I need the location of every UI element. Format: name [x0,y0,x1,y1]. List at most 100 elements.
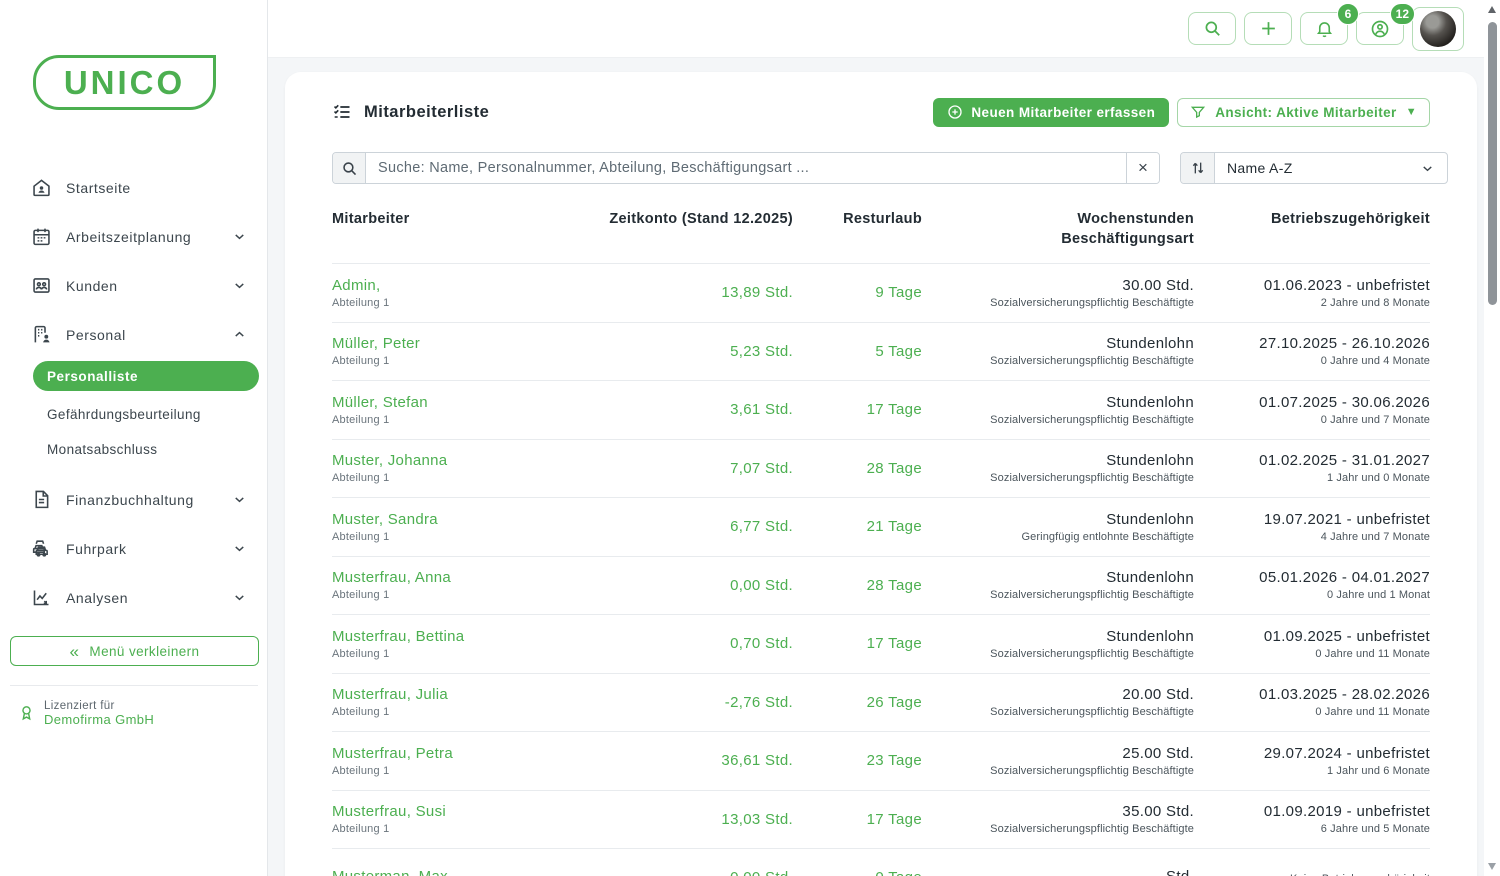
tenure-cell: 27.10.2025 - 26.10.2026 0 Jahre und 4 Mo… [1198,335,1430,367]
chevron-down-icon [1420,161,1447,176]
weekly-hours: 30.00 Std. [926,277,1194,294]
search-icon [333,153,366,183]
table-row[interactable]: Musterfrau, Anna Abteilung 1 0,00 Std. 2… [332,556,1430,615]
tenure-cell: Keine Betriebszugehörigkeit [1198,870,1430,876]
chevron-down-icon [232,590,247,605]
hours-cell: 20.00 Std. Sozialversicherungspflichtig … [926,686,1194,718]
zeitkonto-value: 6,77 Std. [588,518,793,535]
tenure-duration: 4 Jahre und 7 Monate [1198,531,1430,543]
table-row[interactable]: Musterfrau, Petra Abteilung 1 36,61 Std.… [332,731,1430,790]
employee-department: Abteilung 1 [332,531,584,543]
sidebar-item-personal[interactable]: Personal [0,310,267,359]
employment-type: Sozialversicherungspflichtig Beschäftigt… [926,706,1194,718]
employee-department: Abteilung 1 [332,472,584,484]
column-header-betriebszugehoerigkeit: Betriebszugehörigkeit [1198,210,1430,249]
sidebar-item-label: Fuhrpark [66,541,232,557]
employment-period: 01.02.2025 - 31.01.2027 [1198,452,1430,469]
view-filter-button[interactable]: Ansicht: Aktive Mitarbeiter ▼ [1177,98,1430,127]
table-row[interactable]: Müller, Peter Abteilung 1 5,23 Std. 5 Ta… [332,322,1430,381]
sidebar-divider [10,685,258,686]
resturlaub-value: 5 Tage [797,343,922,360]
employment-period: 01.07.2025 - 30.06.2026 [1198,394,1430,411]
employee-name-cell: Musterfrau, Susi Abteilung 1 [332,803,584,835]
hours-cell: 30.00 Std. Sozialversicherungspflichtig … [926,277,1194,309]
employee-name-cell: Müller, Stefan Abteilung 1 [332,394,584,426]
column-header-resturlaub: Resturlaub [797,210,922,249]
sidebar-item-fuhrpark[interactable]: Fuhrpark [0,524,267,573]
resturlaub-value: 17 Tage [797,401,922,418]
employee-name: Musterfrau, Bettina [332,628,584,645]
logo-text: UNICO [64,66,185,99]
search-input[interactable] [366,153,1126,183]
table-row[interactable]: Müller, Stefan Abteilung 1 3,61 Std. 17 … [332,380,1430,439]
sidebar-item-startseite[interactable]: Startseite [0,163,267,212]
sidebar-item-analysen[interactable]: Analysen [0,573,267,622]
table-row[interactable]: Musterfrau, Julia Abteilung 1 -2,76 Std.… [332,673,1430,732]
employee-name: Müller, Peter [332,335,584,352]
employee-name-cell: Musterfrau, Julia Abteilung 1 [332,686,584,718]
profile-button[interactable] [1412,7,1464,51]
double-chevron-left-icon: « [70,643,80,660]
weekly-hours: Std. [926,868,1194,876]
main-content: Mitarbeiterliste Neuen Mitarbeiter erfas… [268,58,1484,876]
calendar-icon [30,226,52,248]
table-row[interactable]: Musterfrau, Bettina Abteilung 1 0,70 Std… [332,614,1430,673]
tenure-duration: 0 Jahre und 11 Monate [1198,706,1430,718]
add-button[interactable] [1244,12,1292,45]
plus-icon [1259,19,1278,38]
hours-cell: Stundenlohn Sozialversicherungspflichtig… [926,569,1194,601]
card-header: Mitarbeiterliste Neuen Mitarbeiter erfas… [332,72,1430,152]
sort-arrows-icon [1181,153,1215,183]
scroll-down-arrow-icon[interactable] [1488,863,1496,870]
employment-period: 01.09.2025 - unbefristet [1198,628,1430,645]
resturlaub-value: 28 Tage [797,577,922,594]
employment-type: Sozialversicherungspflichtig Beschäftigt… [926,472,1194,484]
tenure-cell: 19.07.2021 - unbefristet 4 Jahre und 7 M… [1198,511,1430,543]
tenure-cell: 29.07.2024 - unbefristet 1 Jahr und 6 Mo… [1198,745,1430,777]
table-row[interactable]: Musterman, Max 0,00 Std. 0 Tage Std. Kei… [332,848,1430,876]
personal-subnav: Personalliste Gefährdungsbeurteilung Mon… [0,361,267,467]
table-header: Mitarbeiter Zeitkonto (Stand 12.2025) Re… [332,210,1430,263]
zeitkonto-value: -2,76 Std. [588,694,793,711]
scrollbar-thumb[interactable] [1488,22,1497,305]
collapse-menu-button[interactable]: « Menü verkleinern [10,636,259,666]
analytics-chart-icon [30,587,52,609]
zeitkonto-value: 3,61 Std. [588,401,793,418]
scroll-up-arrow-icon[interactable] [1488,6,1496,13]
new-employee-button[interactable]: Neuen Mitarbeiter erfassen [933,98,1169,127]
tenure-cell: 01.09.2025 - unbefristet 0 Jahre und 11 … [1198,628,1430,660]
checklist-icon [332,102,352,122]
notifications-button[interactable]: 6 [1300,12,1348,45]
search-button[interactable] [1188,12,1236,45]
hours-cell: Stundenlohn Geringfügig entlohnte Beschä… [926,511,1194,543]
table-row[interactable]: Musterfrau, Susi Abteilung 1 13,03 Std. … [332,790,1430,849]
customers-icon [30,275,52,297]
users-button[interactable]: 12 [1356,12,1404,45]
sidebar-item-arbeitszeitplanung[interactable]: Arbeitszeitplanung [0,212,267,261]
clear-search-button[interactable]: × [1126,153,1159,183]
sidebar-item-personalliste[interactable]: Personalliste [33,361,259,391]
vertical-scrollbar[interactable] [1484,0,1500,876]
sort-select[interactable]: Name A-Z [1180,152,1448,184]
employee-name: Musterfrau, Julia [332,686,584,703]
resturlaub-value: 9 Tage [797,284,922,301]
table-row[interactable]: Admin, Abteilung 1 13,89 Std. 9 Tage 30.… [332,263,1430,322]
resturlaub-value: 28 Tage [797,460,922,477]
sidebar-item-finanzbuchhaltung[interactable]: Finanzbuchhaltung [0,475,267,524]
employee-name: Muster, Sandra [332,511,584,528]
resturlaub-value: 23 Tage [797,752,922,769]
search-field-group: × [332,152,1160,184]
weekly-hours: Stundenlohn [926,452,1194,469]
sidebar-item-label: Arbeitszeitplanung [66,229,232,245]
tenure-cell: 01.09.2019 - unbefristet 6 Jahre und 5 M… [1198,803,1430,835]
sidebar-item-gefaehrdungsbeurteilung[interactable]: Gefährdungsbeurteilung [0,397,267,432]
employee-name-cell: Admin, Abteilung 1 [332,277,584,309]
employee-name: Müller, Stefan [332,394,584,411]
topbar: 6 12 [268,0,1500,58]
table-row[interactable]: Muster, Sandra Abteilung 1 6,77 Std. 21 … [332,497,1430,556]
tenure-cell: 01.03.2025 - 28.02.2026 0 Jahre und 11 M… [1198,686,1430,718]
tenure-duration: 6 Jahre und 5 Monate [1198,823,1430,835]
table-row[interactable]: Muster, Johanna Abteilung 1 7,07 Std. 28… [332,439,1430,498]
sidebar-item-monatsabschluss[interactable]: Monatsabschluss [0,432,267,467]
sidebar-item-kunden[interactable]: Kunden [0,261,267,310]
